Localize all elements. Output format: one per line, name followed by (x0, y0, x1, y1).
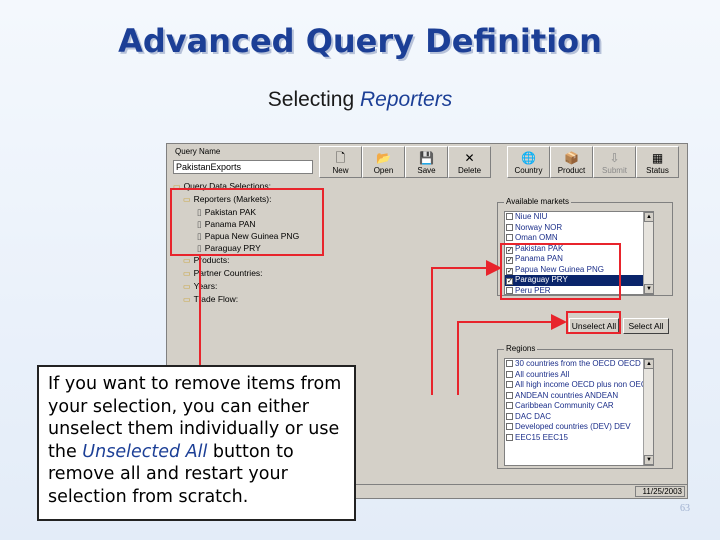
arrow-to-selected-markets (431, 260, 502, 395)
callout-text-accent: Unselected All (82, 441, 208, 462)
page-number: 63 (680, 503, 690, 514)
arrow-to-unselect-all (457, 314, 567, 395)
explanation-callout: If you want to remove items from your se… (37, 365, 356, 521)
